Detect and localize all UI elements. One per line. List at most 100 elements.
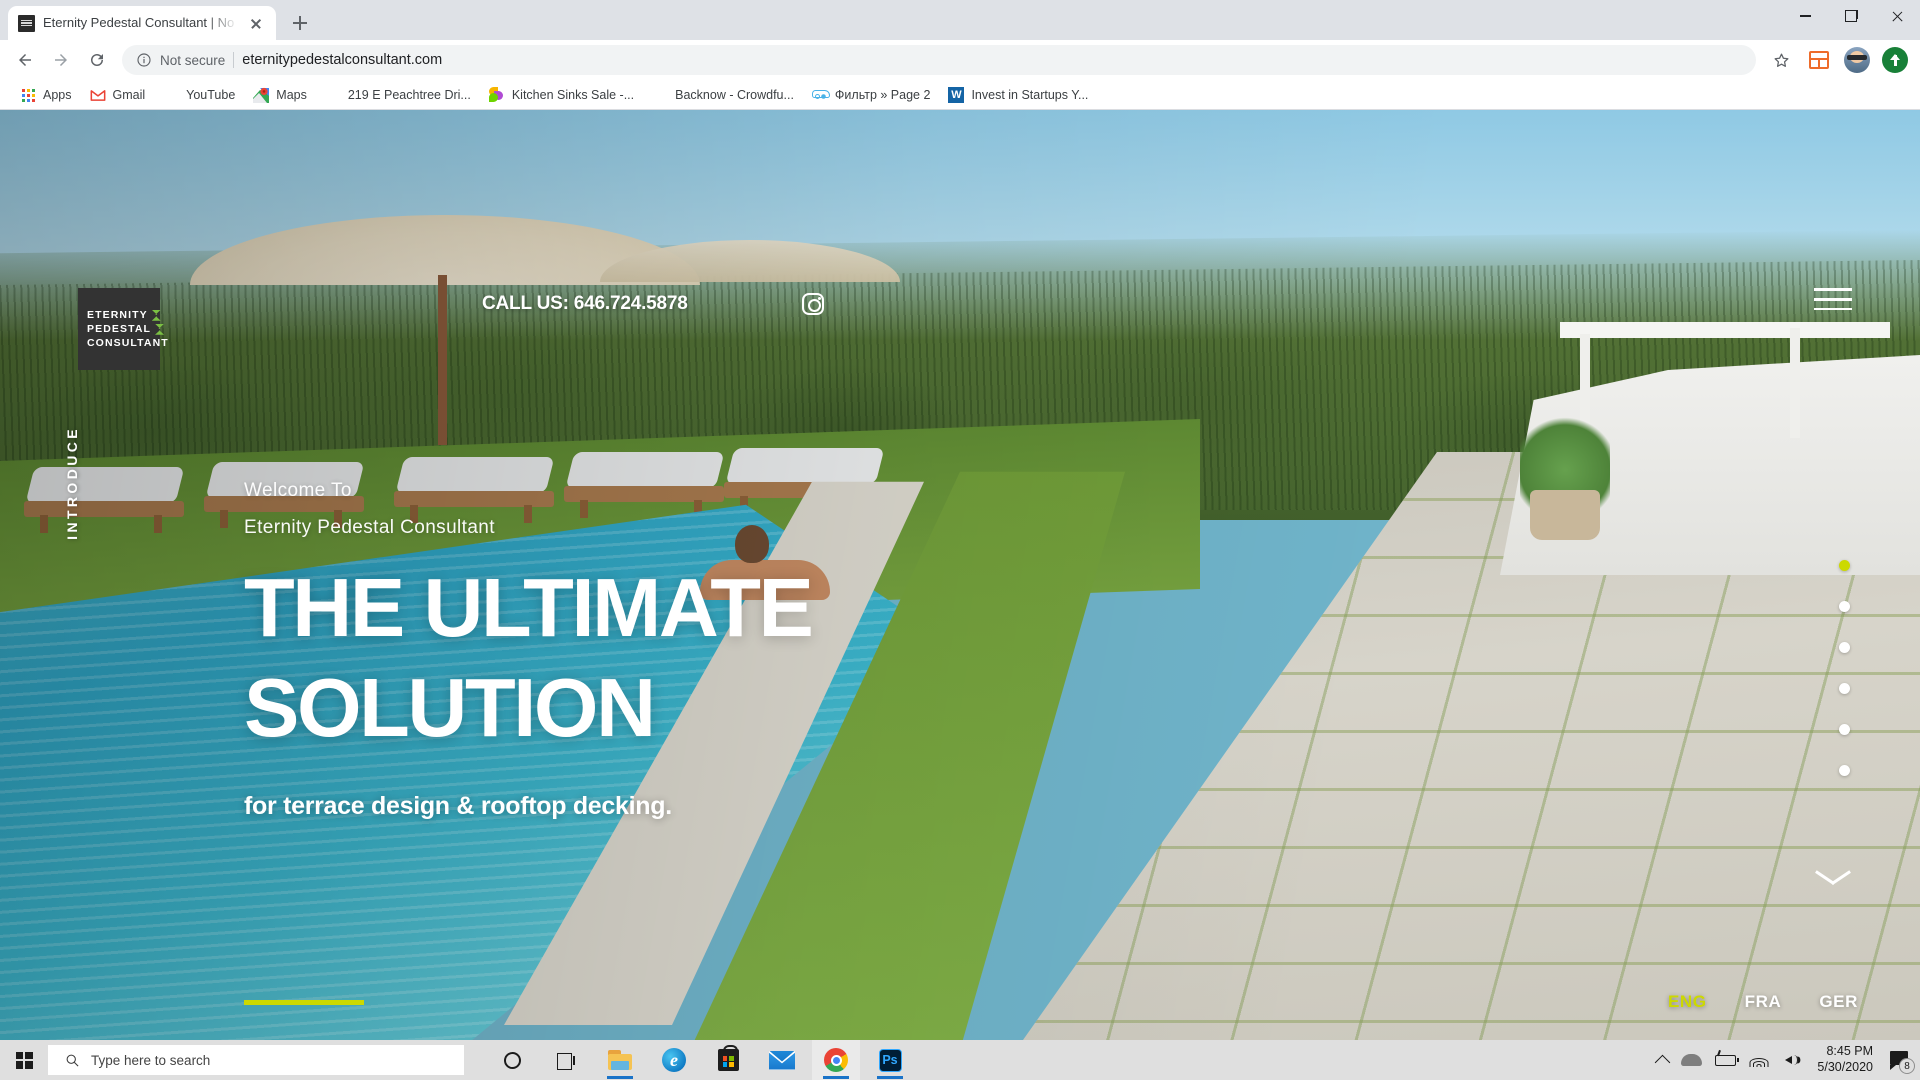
wifi-icon[interactable] bbox=[1749, 1053, 1769, 1067]
bookmark-filter-page2[interactable]: Фильтр » Page 2 bbox=[804, 84, 939, 106]
bookmark-label: Maps bbox=[276, 87, 307, 102]
system-tray: 8:45 PM 5/30/2020 8 bbox=[1655, 1044, 1920, 1075]
page-viewport: ETERNITY PEDESTAL CONSULTANT CALL US: 64… bbox=[0, 110, 1920, 1040]
bookmark-label: Apps bbox=[43, 87, 72, 102]
tab-strip: Eternity Pedestal Consultant | No bbox=[0, 0, 1920, 40]
bookmark-kitchen-sinks[interactable]: Kitchen Sinks Sale -... bbox=[481, 84, 642, 106]
clock[interactable]: 8:45 PM 5/30/2020 bbox=[1817, 1044, 1873, 1075]
onedrive-cloud-icon[interactable] bbox=[1681, 1054, 1703, 1066]
bookmark-gmail[interactable]: Gmail bbox=[82, 84, 154, 106]
section-vertical-label: INTRODUCE bbox=[64, 426, 80, 540]
bookmark-youtube[interactable]: YouTube bbox=[155, 84, 243, 106]
gmail-icon bbox=[90, 87, 106, 103]
address-bar[interactable]: Not secure eternitypedestalconsultant.co… bbox=[122, 45, 1756, 75]
taskbar-app-google-chrome[interactable] bbox=[812, 1040, 860, 1080]
logo-mark-icon bbox=[151, 309, 161, 321]
hero-tagline: for terrace design & rooftop decking. bbox=[244, 791, 672, 820]
taskbar-search-placeholder: Type here to search bbox=[91, 1052, 211, 1068]
hero-welcome-line-1: Welcome To bbox=[244, 480, 352, 501]
star-icon[interactable] bbox=[1764, 43, 1798, 77]
notifications-icon[interactable]: 8 bbox=[1890, 1050, 1915, 1074]
taskbar-app-microsoft-edge[interactable]: e bbox=[650, 1040, 698, 1080]
photo-thumb-icon bbox=[652, 87, 668, 103]
car-icon bbox=[812, 87, 828, 103]
windows-logo-icon bbox=[15, 1051, 33, 1069]
security-status-label: Not secure bbox=[160, 52, 226, 68]
logo-line-3: CONSULTANT bbox=[87, 336, 169, 349]
logo-line-2: PEDESTAL bbox=[87, 323, 152, 335]
lang-eng[interactable]: ENG bbox=[1668, 992, 1707, 1012]
taskbar-app-microsoft-store[interactable] bbox=[704, 1040, 752, 1080]
hero-welcome-line-2: Eternity Pedestal Consultant bbox=[244, 517, 495, 539]
bookmark-label: Gmail bbox=[112, 87, 146, 102]
cortana-circle-icon[interactable] bbox=[488, 1040, 536, 1080]
close-icon[interactable] bbox=[1874, 0, 1920, 32]
slider-dot-2[interactable] bbox=[1839, 601, 1850, 612]
profile-avatar[interactable] bbox=[1840, 43, 1874, 77]
new-tab-button[interactable] bbox=[283, 6, 317, 40]
show-hidden-icons[interactable] bbox=[1655, 1053, 1671, 1070]
apps-grid-icon bbox=[20, 87, 36, 103]
tab-favicon-icon bbox=[18, 14, 35, 32]
logo-line-1: ETERNITY bbox=[87, 309, 148, 321]
youtube-icon bbox=[163, 87, 179, 103]
taskbar-app-icons: e Ps bbox=[488, 1040, 914, 1080]
maps-pin-icon bbox=[253, 87, 270, 103]
clock-date: 5/30/2020 bbox=[1817, 1060, 1873, 1074]
browser-tab[interactable]: Eternity Pedestal Consultant | No bbox=[8, 6, 276, 40]
taskbar-app-file-explorer[interactable] bbox=[596, 1040, 644, 1080]
task-view-icon[interactable] bbox=[542, 1040, 590, 1080]
clock-time: 8:45 PM bbox=[1826, 1044, 1873, 1059]
hero-headline-line-2: SOLUTION bbox=[244, 661, 656, 755]
extension-icon[interactable] bbox=[1802, 43, 1836, 77]
maximize-icon[interactable] bbox=[1828, 0, 1874, 32]
taskbar-app-adobe-photoshop[interactable]: Ps bbox=[866, 1040, 914, 1080]
petals-icon bbox=[488, 86, 505, 103]
bookmark-backnow[interactable]: Backnow - Crowdfu... bbox=[644, 84, 802, 106]
taskbar-app-mail[interactable] bbox=[758, 1040, 806, 1080]
call-us-phone[interactable]: CALL US: 646.724.5878 bbox=[482, 293, 688, 315]
reload-icon[interactable] bbox=[80, 43, 114, 77]
bookmark-label: Backnow - Crowdfu... bbox=[675, 87, 794, 102]
forward-arrow-icon[interactable] bbox=[44, 43, 78, 77]
wefunder-icon: W bbox=[948, 86, 965, 103]
bookmark-label: Фильтр » Page 2 bbox=[834, 87, 931, 102]
hero-accent-bar bbox=[244, 1000, 364, 1005]
taskbar-search-input[interactable]: Type here to search bbox=[48, 1045, 464, 1075]
slider-dot-1[interactable] bbox=[1839, 560, 1850, 571]
bookmark-label: 219 E Peachtree Dri... bbox=[347, 87, 471, 102]
bookmark-invest-startups[interactable]: W Invest in Startups Y... bbox=[940, 84, 1096, 106]
bookmark-peachtree[interactable]: 219 E Peachtree Dri... bbox=[317, 84, 479, 106]
tab-title: Eternity Pedestal Consultant | No bbox=[43, 15, 235, 30]
slider-dot-3[interactable] bbox=[1839, 642, 1850, 653]
slider-dot-6[interactable] bbox=[1839, 765, 1850, 776]
toolbar-right-actions bbox=[1764, 43, 1912, 77]
chrome-browser-window: Eternity Pedestal Consultant | No Not se… bbox=[0, 0, 1920, 1040]
lang-fra[interactable]: FRA bbox=[1745, 992, 1782, 1012]
bookmark-maps[interactable]: Maps bbox=[245, 84, 315, 106]
slider-dot-5[interactable] bbox=[1839, 724, 1850, 735]
house-icon bbox=[325, 87, 341, 103]
volume-icon[interactable] bbox=[1781, 1053, 1800, 1068]
bookmark-apps[interactable]: Apps bbox=[12, 84, 80, 106]
window-controls bbox=[1782, 0, 1920, 40]
info-circle-icon bbox=[137, 53, 151, 67]
slider-dot-4[interactable] bbox=[1839, 683, 1850, 694]
instagram-icon[interactable] bbox=[802, 293, 824, 315]
hero-content: Welcome To Eternity Pedestal Consultant … bbox=[244, 472, 1224, 821]
lang-ger[interactable]: GER bbox=[1819, 992, 1858, 1012]
battery-icon[interactable] bbox=[1715, 1054, 1740, 1066]
search-icon bbox=[66, 1054, 79, 1067]
site-logo[interactable]: ETERNITY PEDESTAL CONSULTANT bbox=[78, 288, 168, 370]
bookmark-label: Kitchen Sinks Sale -... bbox=[511, 87, 635, 102]
close-icon[interactable] bbox=[246, 13, 266, 33]
slider-dots bbox=[1839, 560, 1850, 776]
update-arrow-icon[interactable] bbox=[1878, 43, 1912, 77]
minimize-icon[interactable] bbox=[1782, 0, 1828, 32]
windows-taskbar: Type here to search e Ps 8:45 PM 5/30/20… bbox=[0, 1040, 1920, 1080]
back-arrow-icon[interactable] bbox=[8, 43, 42, 77]
language-switcher: ENG FRA GER bbox=[1668, 992, 1858, 1012]
chevron-down-icon[interactable] bbox=[1816, 870, 1850, 890]
start-button[interactable] bbox=[0, 1040, 48, 1080]
hamburger-menu-icon[interactable] bbox=[1814, 288, 1852, 317]
